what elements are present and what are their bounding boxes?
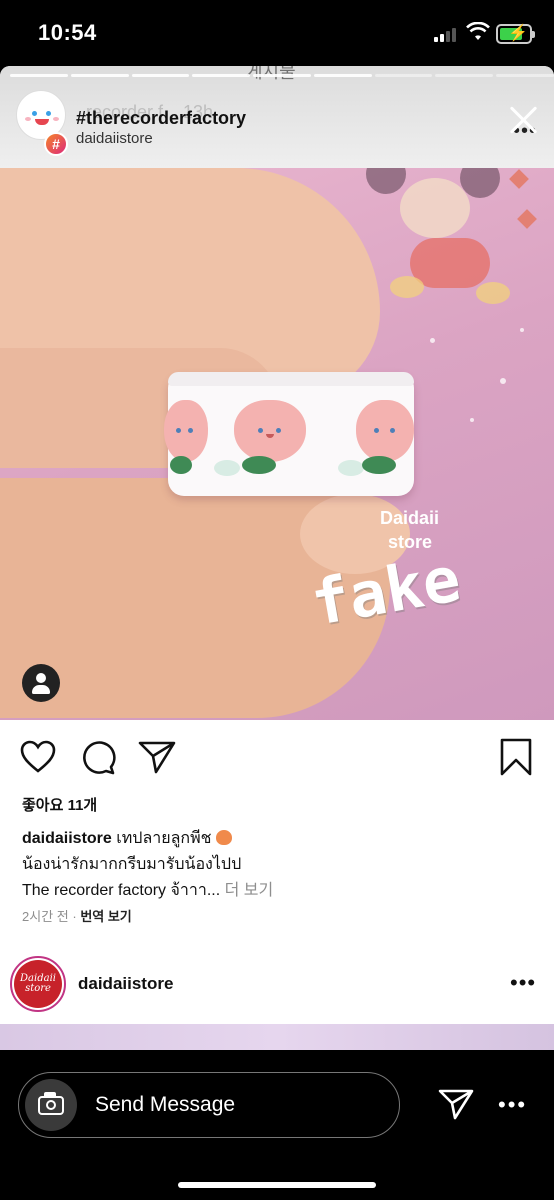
next-post-username[interactable]: daidaiistore [78,974,173,994]
tagged-user-icon[interactable] [22,664,60,702]
peach-pattern [164,400,208,462]
heart-icon[interactable] [20,740,56,774]
caption-line3: The recorder factory จ้าาา... [22,882,221,899]
next-post-avatar-logo: Daidaii store [14,960,62,1008]
peach-pattern [214,460,240,476]
post-caption: daidaiistore เทปลายลูกพีช น้องน่ารักมากก… [22,826,542,904]
send-message-placeholder: Send Message [95,1093,236,1116]
send-message-field[interactable]: Send Message [18,1072,400,1138]
leaf-pattern [242,456,276,474]
story-subtitle[interactable]: daidaiistore [76,130,153,147]
hashtag-badge-icon: # [44,132,68,156]
camera-icon[interactable] [25,1079,77,1131]
more-options-icon[interactable]: ••• [498,1092,527,1118]
character-shoe [476,282,510,304]
leaf-pattern [170,456,192,474]
caption-username[interactable]: daidaiistore [22,830,112,847]
home-indicator[interactable] [178,1182,376,1188]
next-post-image[interactable] [0,1024,554,1050]
battery-icon: ⚡ [496,24,535,44]
close-icon[interactable] [506,102,542,138]
leaf-pattern [362,456,396,474]
character-shoe [390,276,424,298]
post-meta: 2시간 전 · 번역 보기 [22,909,132,924]
peach-pattern [234,400,306,462]
next-post-header: Daidaii store daidaiistore ••• [0,950,554,1026]
story-progress [10,74,554,77]
character-ear [366,168,406,194]
post-time: 2시간 전 [22,909,69,924]
post-actions [0,720,554,790]
caption-line2: น้องน่ารักมากกรีบมารับน้องไปป [22,856,242,873]
caption-line1: เทปลายลูกพีช [116,830,212,847]
cellular-signal-icon [434,26,456,42]
watermark-line1: Daidaii [380,508,440,528]
peach-pattern [338,460,364,476]
heart-decoration [509,169,529,189]
character-body [410,238,490,288]
status-time: 10:54 [38,20,97,45]
peach-emoji-icon [215,830,232,845]
more-link[interactable]: 더 보기 [225,882,274,899]
character-face [400,178,470,238]
story-title[interactable]: #therecorderfactory [76,108,246,129]
heart-decoration [517,209,537,229]
peach-pattern [356,400,414,462]
story-header: 게시물 # recorder f... 13h #therecorderfact… [0,66,554,168]
paper-plane-icon[interactable] [438,1088,474,1120]
status-bar: 10:54 ⚡ [0,0,554,64]
comment-icon[interactable] [80,740,116,776]
post-image[interactable]: Daidaii store fake [0,168,554,720]
wifi-icon [466,22,490,40]
paper-plane-icon[interactable] [138,740,176,774]
story-viewer: 게시물 # recorder f... 13h #therecorderfact… [0,66,554,1050]
washi-tape-roll [164,372,414,496]
ellipsis-icon[interactable]: ••• [510,970,536,996]
next-post-avatar[interactable]: Daidaii store [10,956,66,1012]
bookmark-icon[interactable] [500,738,532,776]
like-count[interactable]: 좋아요 11개 [22,794,97,815]
translate-link[interactable]: 번역 보기 [80,909,131,924]
